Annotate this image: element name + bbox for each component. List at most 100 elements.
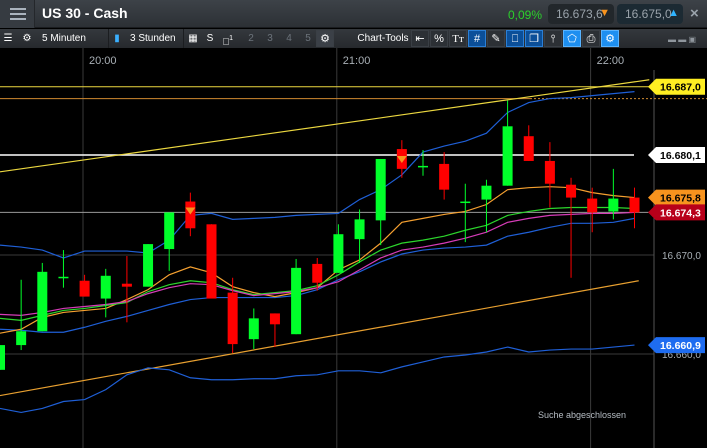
tag-icon[interactable]: ⬠ [563,30,581,47]
lock-icon[interactable]: ▮ [112,31,122,46]
candle [312,257,323,291]
candle-body [333,234,344,273]
time-tick-label: 22:00 [597,55,625,67]
candle [79,274,90,297]
interval-select[interactable]: 5 Minuten [42,31,102,46]
calendar-icon[interactable]: ▦ [186,31,200,46]
candle-body [566,184,577,198]
layout-2-button[interactable]: 2 [245,31,257,46]
candle [523,125,534,161]
status-text: Suche abgeschlossen [538,410,627,420]
candle [418,150,428,176]
candle-body [418,165,428,168]
candle [587,187,598,233]
candle [608,168,619,220]
hamburger-menu-icon[interactable] [0,0,35,28]
candle-body [0,345,5,370]
s-button[interactable]: S [204,31,216,46]
candle [502,100,513,186]
candle [37,262,48,332]
flame-up-icon: ▲ [668,7,679,19]
candle-body [502,126,513,186]
layout-4-button[interactable]: 4 [283,31,295,46]
price-tag-text: 16.675,8 [660,193,701,205]
candle-body [185,201,196,229]
candle [100,268,111,318]
candle-body [629,197,640,213]
candle-body [354,219,365,240]
price-tag-text: 16.680,1 [660,150,701,162]
price-tag-text: 16.687,0 [660,82,701,94]
ask-price: 16.675,0 [625,7,672,21]
layout-settings-gear-icon[interactable]: ⚙ [316,30,334,47]
candle [121,255,132,323]
time-tick-label: 21:00 [343,55,371,67]
text-tool-button[interactable]: Tт [449,30,467,47]
candle-body [460,201,471,204]
price-label-tag: 16.680,1 [648,147,705,164]
bid-price: 16.673,6 [556,7,603,21]
candle-body [100,275,111,299]
candlestick-icon[interactable]: ⎕ [506,30,524,47]
change-percent: 0,09% [508,8,543,22]
percent-button[interactable]: % [430,30,448,47]
price-tag-text: 16.660,9 [660,340,701,352]
price-tick-label: 16.670,0 [662,251,701,262]
arrow-left-bar-icon[interactable]: ⇤ [411,30,429,47]
trendline [0,79,650,173]
range-select[interactable]: 3 Stunden [130,31,180,46]
candle [629,187,640,229]
gear-icon[interactable]: ⚙ [20,31,34,46]
layout-3-button[interactable]: 3 [264,31,276,46]
candle [439,152,450,200]
candle [375,158,386,246]
layout-5-button[interactable]: 5 [302,31,314,46]
price-chart[interactable]: 20:00 21:00 22:0016.670,016.660,016.687,01… [0,48,707,448]
sell-price-button[interactable]: 16.673,6 ▼ [548,4,614,24]
candle-body [37,271,48,332]
grid-button[interactable]: # [468,30,486,47]
candle [0,345,5,370]
candle [291,258,302,335]
grid-pencil-icon[interactable]: ✎ [487,30,505,47]
buy-price-button[interactable]: 16.675,0 ▲ [617,4,683,24]
settings-pencil-icon[interactable]: ⚙ [601,30,619,47]
trendline [0,280,639,397]
candle-body [269,313,280,325]
chart-tools-label: Chart-Tools [357,33,409,44]
candle-body [544,160,555,184]
candle [248,308,259,350]
candle-body [587,198,598,213]
candle [544,142,555,208]
chart-toolbar: ☰ ⚙ 5 Minuten ▮ 3 Stunden ▦ S □1 2 3 4 5… [0,29,707,48]
window-size-icons[interactable]: ▬ ▬ ▣ [668,35,696,44]
overlay-windows-icon[interactable]: ❐ [525,30,543,47]
layout-1-label: 1 [229,35,233,42]
candle-body [439,163,450,190]
indicators-icon[interactable]: ⫯ [544,30,562,47]
price-label-tag: 16.674,3 [648,204,705,221]
candle-body [312,263,323,283]
indicator-line [0,91,635,259]
flame-down-icon: ▼ [599,7,610,19]
candle [566,177,577,278]
candle-body [608,198,619,212]
time-tick-label: 20:00 [89,55,117,67]
title-bar: US 30 - Cash 0,09% 16.673,6 ▼ 16.675,0 ▲ × [0,0,707,28]
candle-body [79,280,90,297]
instrument-title: US 30 - Cash [42,5,128,21]
layout-1-button[interactable]: □1 [220,31,236,47]
candle-body [248,318,259,340]
candle [164,212,175,271]
list-icon[interactable]: ☰ [2,31,14,46]
price-tag-text: 16.674,3 [660,207,701,219]
candle-body [58,276,69,279]
candle-body [481,185,492,200]
close-icon[interactable]: × [690,5,699,22]
price-label-tag: 16.660,9 [648,337,705,354]
print-icon[interactable]: ⎙ [582,30,600,47]
candle [333,224,344,273]
candle [58,250,69,288]
candle [206,224,217,299]
candle-body [164,212,175,250]
